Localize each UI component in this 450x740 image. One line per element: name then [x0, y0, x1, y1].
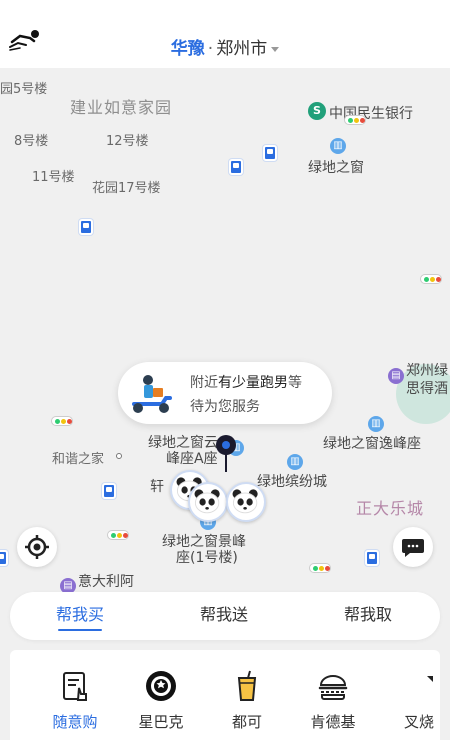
map-poi-label[interactable]: 绿地之窗 — [308, 157, 364, 177]
locate-me-button[interactable] — [17, 527, 57, 567]
shop-item-more[interactable]: 叉烧 — [376, 650, 440, 740]
city-name: 郑州市 — [216, 39, 268, 59]
bus-stop-icon[interactable] — [79, 219, 93, 235]
map-poi-label[interactable]: 绿地之窗逸峰座 — [323, 433, 421, 453]
crosshair-icon — [25, 535, 49, 559]
map-label: 和谐之家 — [52, 452, 105, 467]
runner-panda-icon[interactable] — [188, 482, 228, 522]
bus-stop-icon[interactable] — [0, 550, 8, 566]
location-pin-icon — [216, 435, 236, 472]
top-bar: 华豫 · 郑州市 — [0, 0, 450, 68]
shop-item-kfc[interactable]: 肯德基 — [290, 650, 376, 740]
burger-icon — [318, 675, 348, 700]
map-label: 园5号楼 — [0, 82, 48, 97]
hotel-icon[interactable]: ▤ — [388, 368, 404, 384]
more-icon — [427, 676, 433, 682]
bank-icon[interactable]: S — [308, 102, 326, 120]
chevron-down-icon — [271, 46, 280, 52]
building-icon[interactable]: ▥ — [330, 138, 346, 154]
bus-stop-icon[interactable] — [229, 159, 243, 175]
map-label: 11号楼 — [32, 170, 75, 185]
service-tabs: 帮我买 帮我送 帮我取 — [10, 592, 440, 640]
bubble-prefix: 附近 — [190, 375, 218, 391]
tab-label: 帮我买 — [55, 605, 104, 624]
shop-name: 肯德基 — [310, 713, 356, 731]
starbucks-icon — [146, 671, 176, 701]
nearby-runners-bubble[interactable]: 附近有少量跑男等 待为您服务 — [118, 362, 332, 424]
drink-cup-icon — [237, 670, 257, 701]
runner-panda-icon[interactable] — [226, 482, 266, 522]
tab-buy-for-me[interactable]: 帮我买 — [30, 592, 130, 640]
bubble-line-2: 待为您服务 — [190, 399, 260, 415]
bubble-highlight: 有少量跑男 — [218, 375, 288, 391]
shop-name: 随意购 — [52, 713, 98, 731]
map-poi-label[interactable]: 郑州绿 — [406, 360, 448, 380]
map-label: 建业如意家园 — [70, 98, 173, 117]
building-icon[interactable]: ▥ — [368, 416, 384, 432]
message-button[interactable] — [393, 527, 433, 567]
traffic-light-icon — [107, 530, 129, 540]
active-tab-indicator — [58, 629, 102, 631]
bubble-suffix: 等 — [288, 375, 302, 391]
poi-dot-icon — [116, 453, 122, 459]
map-poi-label[interactable]: 座(1号楼) — [176, 547, 238, 567]
bus-stop-icon[interactable] — [365, 550, 379, 566]
shop-item-anything[interactable]: 随意购 — [32, 650, 118, 740]
map-label: 8号楼 — [14, 134, 49, 149]
bubble-line-1: 附近有少量跑男等 — [190, 372, 302, 392]
area-name: 华豫 — [170, 39, 205, 59]
map-poi-label[interactable]: 轩 — [150, 476, 164, 496]
location-selector[interactable]: 华豫 · 郑州市 — [0, 34, 450, 59]
traffic-light-icon — [420, 274, 442, 284]
map-poi-label[interactable]: 意大利阿 — [78, 571, 134, 591]
map-label: 正大乐城 — [356, 499, 425, 518]
map-poi-label[interactable]: 中国民生银行 — [329, 103, 413, 123]
shop-shortcuts: 随意购 星巴克 都可 肯德基 叉烧 — [10, 650, 440, 740]
shopping-list-icon — [63, 672, 87, 701]
map-poi-label[interactable]: 绿地缤纷城 — [257, 471, 327, 491]
map-poi-label[interactable]: 峰座A座 — [166, 448, 218, 468]
tab-label: 帮我取 — [343, 605, 392, 624]
scooter-rider-icon — [132, 375, 172, 413]
traffic-light-icon — [51, 416, 73, 426]
location-separator: · — [207, 39, 214, 59]
shop-item-coco[interactable]: 都可 — [204, 650, 290, 740]
tab-pickup-for-me[interactable]: 帮我取 — [318, 592, 418, 640]
chat-bubble-icon — [402, 539, 424, 557]
bus-stop-icon[interactable] — [102, 483, 116, 499]
traffic-light-icon — [309, 563, 331, 573]
tab-label: 帮我送 — [199, 605, 248, 624]
shop-item-starbucks[interactable]: 星巴克 — [118, 650, 204, 740]
map-poi-label[interactable]: 思得酒 — [406, 378, 448, 398]
map-label: 12号楼 — [106, 134, 149, 149]
traffic-light-icon — [344, 115, 366, 125]
map-label: 花园17号楼 — [92, 181, 161, 196]
tab-deliver-for-me[interactable]: 帮我送 — [174, 592, 274, 640]
shop-name: 叉烧 — [403, 713, 434, 731]
shop-name: 都可 — [231, 713, 262, 731]
shop-name: 星巴克 — [138, 713, 184, 731]
building-icon[interactable]: ▥ — [287, 454, 303, 470]
bus-stop-icon[interactable] — [263, 145, 277, 161]
